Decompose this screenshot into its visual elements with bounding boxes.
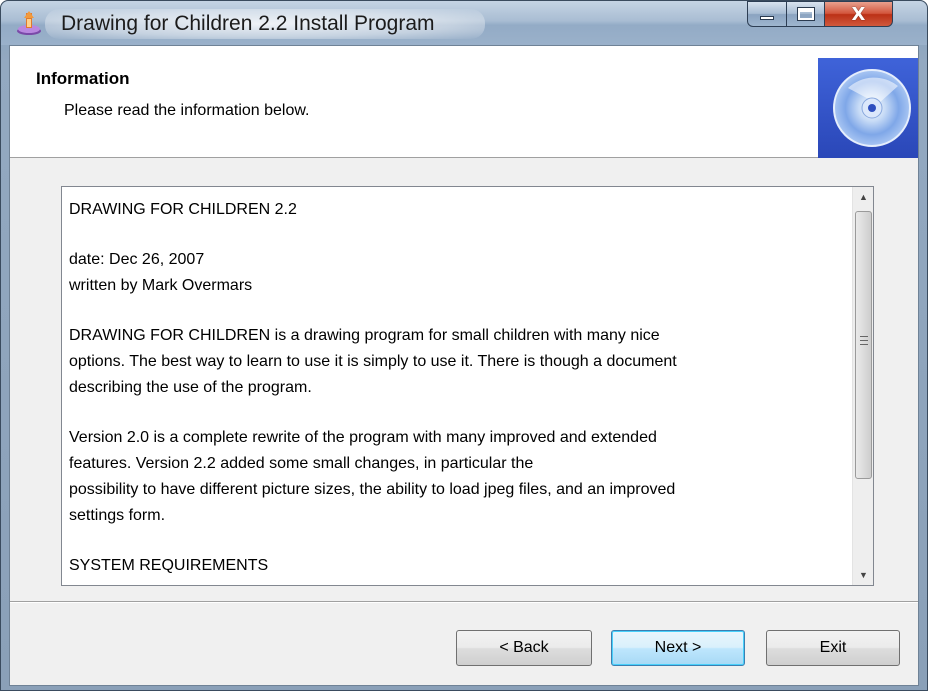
text-line: written by Mark Overmars [69, 277, 253, 294]
text-line: DRAWING FOR CHILDREN 2.2 [69, 201, 297, 218]
scroll-up-arrow[interactable]: ▲ [853, 187, 874, 207]
triangle-up-icon: ▲ [859, 192, 868, 202]
installer-icon[interactable] [15, 9, 43, 37]
footer-divider [10, 601, 918, 603]
installer-window: Drawing for Children 2.2 Install Program… [0, 0, 928, 691]
vertical-scrollbar[interactable]: ▲ ▼ [852, 187, 873, 585]
minimize-button[interactable] [747, 1, 787, 27]
information-textbox[interactable]: DRAWING FOR CHILDREN 2.2 date: Dec 26, 2… [61, 186, 874, 586]
text-line: SYSTEM REQUIREMENTS [69, 557, 269, 574]
information-text[interactable]: DRAWING FOR CHILDREN 2.2 date: Dec 26, 2… [62, 187, 852, 585]
text-line: describing the use of the program. [69, 379, 312, 396]
grip-icon [860, 336, 868, 345]
close-button[interactable]: X [825, 1, 893, 27]
wizard-header: Information Please read the information … [10, 46, 918, 158]
text-line: options. The best way to learn to use it… [69, 353, 677, 370]
title-bar[interactable]: Drawing for Children 2.2 Install Program… [1, 1, 927, 45]
page-title: Information [36, 69, 130, 88]
client-area: Information Please read the information … [9, 45, 919, 686]
window-title: Drawing for Children 2.2 Install Program [61, 12, 435, 35]
page-subtitle: Please read the information below. [64, 102, 310, 119]
maximize-button[interactable] [787, 1, 825, 27]
text-line: possibility to have different picture si… [69, 481, 676, 498]
text-line: date: Dec 26, 2007 [69, 251, 205, 268]
text-line: features. Version 2.2 added some small c… [69, 455, 534, 472]
exit-button[interactable]: Exit [766, 630, 900, 666]
text-line: DRAWING FOR CHILDREN is a drawing progra… [69, 327, 660, 344]
cd-disc-icon [818, 58, 918, 158]
triangle-down-icon: ▼ [859, 570, 868, 580]
next-button[interactable]: Next > [611, 630, 745, 666]
maximize-icon [796, 7, 815, 21]
scroll-down-arrow[interactable]: ▼ [853, 565, 874, 585]
close-icon: X [851, 3, 866, 25]
minimize-icon [760, 16, 774, 20]
scroll-thumb[interactable] [855, 211, 872, 479]
back-button[interactable]: < Back [456, 630, 592, 666]
text-line: Version 2.0 is a complete rewrite of the… [69, 429, 657, 446]
text-line: settings form. [69, 507, 166, 524]
caption-buttons: X [747, 1, 893, 31]
